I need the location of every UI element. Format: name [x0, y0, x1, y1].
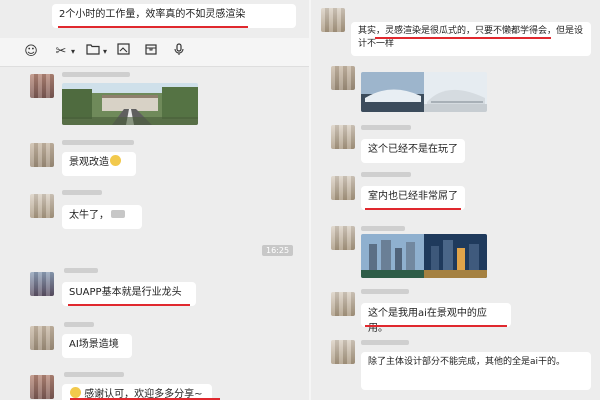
highlight-underline	[68, 304, 190, 306]
message-image[interactable]	[361, 72, 487, 112]
message-text: 室内也已经非常屌了	[368, 191, 458, 202]
avatar[interactable]	[30, 74, 54, 98]
sender-name	[361, 226, 405, 231]
screenshot-icon[interactable]	[114, 43, 132, 61]
left-chat-pane: 2个小时的工作量，效率真的不如灵感渲染 ☺ ✂ ▾ ▾ 景观改造 太牛了， 16…	[0, 0, 309, 400]
message-text: SUAPP基本就是行业龙头	[69, 287, 182, 298]
avatar[interactable]	[331, 340, 355, 364]
emoji-icon	[70, 387, 81, 398]
sender-name	[64, 322, 94, 327]
avatar[interactable]	[30, 194, 54, 218]
avatar[interactable]	[30, 375, 54, 399]
sender-name	[361, 289, 409, 294]
message-bubble[interactable]: 这个是我用ai在景观中的应用。	[361, 303, 511, 334]
highlight-underline	[365, 325, 507, 327]
message-bubble[interactable]: 室内也已经非常屌了	[361, 186, 465, 210]
avatar[interactable]	[30, 326, 54, 350]
avatar[interactable]	[331, 176, 355, 200]
message-text: 2个小时的工作量，效率真的不如灵感渲染	[59, 9, 246, 20]
sender-name	[62, 140, 134, 145]
emoji-icon	[110, 155, 121, 166]
sender-name	[361, 340, 409, 345]
right-chat-pane: 其实，灵感渲染是很瓜式的，只要不懒都学得会，但是设计不一样 这个已经不是在玩了 …	[311, 0, 600, 400]
sender-name	[361, 172, 411, 177]
sender-name	[64, 268, 98, 273]
message-text: 这个是我用ai在景观中的应用。	[368, 308, 487, 334]
message-bubble[interactable]: SUAPP基本就是行业龙头	[62, 282, 196, 306]
message-text: 这个已经不是在玩了	[368, 144, 458, 155]
message-text: AI场景造境	[69, 339, 119, 350]
microphone-icon[interactable]	[170, 43, 188, 61]
avatar[interactable]	[331, 66, 355, 90]
message-bubble[interactable]: 除了主体设计部分不能完成，其他的全是ai干的。	[361, 352, 591, 390]
sender-name	[62, 190, 102, 195]
highlight-underline	[58, 26, 248, 28]
sender-name	[361, 125, 411, 130]
message-bubble[interactable]: AI场景造境	[62, 334, 132, 358]
chevron-down-icon[interactable]: ▾	[64, 43, 82, 61]
message-text: 太牛了，	[69, 210, 109, 221]
avatar[interactable]	[331, 226, 355, 250]
message-text: 除了主体设计部分不能完成，其他的全是ai干的。	[368, 357, 566, 367]
avatar[interactable]	[30, 272, 54, 296]
message-bubble[interactable]: 太牛了，	[62, 205, 142, 229]
chevron-down-icon[interactable]: ▾	[96, 43, 114, 61]
message-image[interactable]	[62, 83, 198, 125]
message-bubble[interactable]: 2个小时的工作量，效率真的不如灵感渲染	[52, 4, 296, 28]
message-bubble[interactable]: 其实，灵感渲染是很瓜式的，只要不懒都学得会，但是设计不一样	[351, 22, 591, 56]
avatar[interactable]	[331, 125, 355, 149]
message-image[interactable]	[361, 234, 487, 278]
avatar[interactable]	[321, 8, 345, 32]
input-toolbar: ☺ ✂ ▾ ▾	[0, 38, 309, 67]
avatar[interactable]	[30, 143, 54, 167]
message-bubble[interactable]: 景观改造	[62, 152, 136, 176]
sender-name	[64, 372, 124, 377]
sender-name	[62, 72, 130, 77]
avatar[interactable]	[331, 292, 355, 316]
highlight-underline	[375, 37, 551, 39]
box-icon[interactable]	[142, 43, 160, 61]
emoji-icon[interactable]: ☺	[22, 43, 40, 61]
message-bubble[interactable]: 这个已经不是在玩了	[361, 139, 465, 163]
highlight-underline	[365, 208, 461, 210]
message-text: 景观改造	[69, 157, 109, 168]
timestamp: 16:25	[262, 245, 294, 256]
blurred-content	[111, 210, 125, 218]
